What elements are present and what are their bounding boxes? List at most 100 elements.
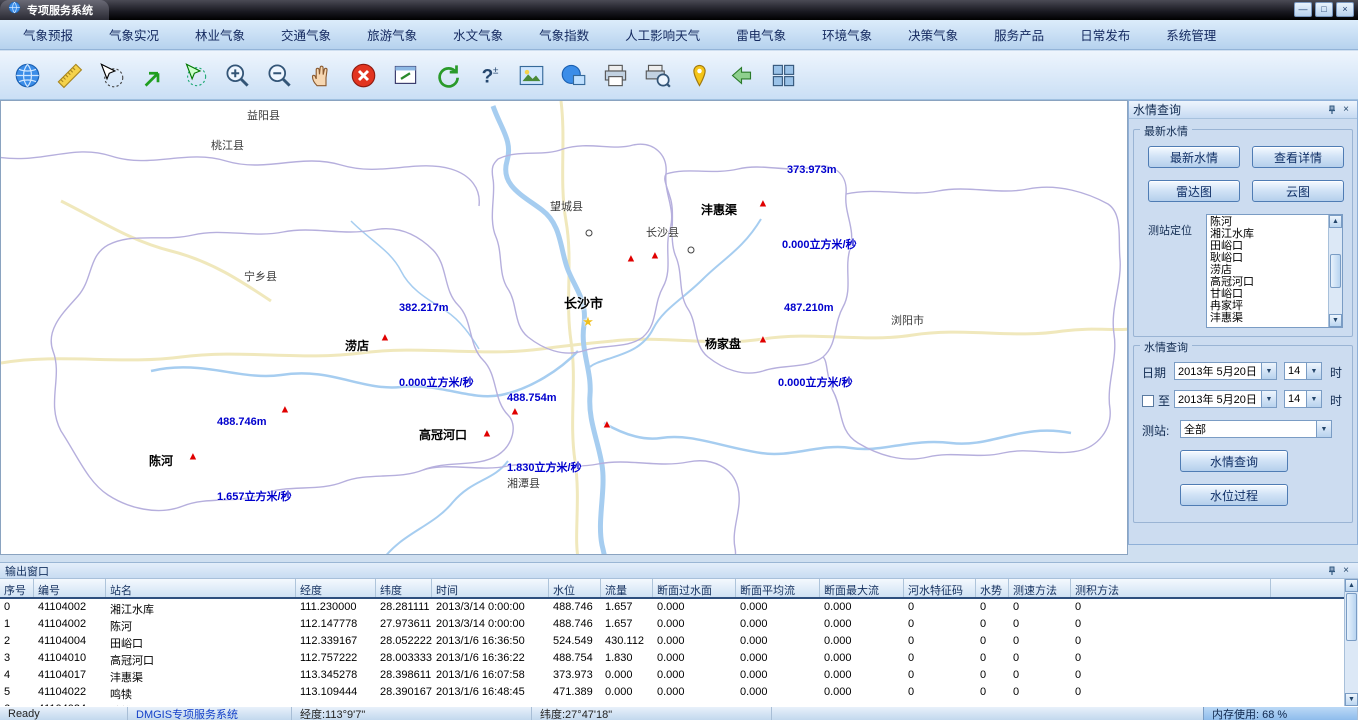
column-header[interactable]: 断面最大流: [820, 579, 904, 597]
locate-pin-icon[interactable]: [682, 58, 716, 92]
station-marker-icon[interactable]: ▲: [188, 450, 199, 462]
station-marker-icon[interactable]: ▲: [758, 197, 769, 209]
hour-select[interactable]: 14 ▼: [1284, 362, 1322, 380]
fullscreen-icon[interactable]: [766, 58, 800, 92]
station-list-item[interactable]: 涝店: [1207, 264, 1328, 276]
image-export-icon[interactable]: [514, 58, 548, 92]
station-list-item[interactable]: 冉家坪: [1207, 300, 1328, 312]
latest-water-button[interactable]: 最新水情: [1148, 146, 1240, 168]
scrollbar-thumb[interactable]: [1346, 593, 1357, 641]
scroll-down-icon[interactable]: ▼: [1345, 693, 1358, 706]
globe-icon[interactable]: [10, 58, 44, 92]
measure-icon[interactable]: [52, 58, 86, 92]
chevron-down-icon[interactable]: ▼: [1261, 391, 1276, 407]
station-marker-icon[interactable]: ▲: [650, 249, 661, 261]
pan-hand-icon[interactable]: [304, 58, 338, 92]
menu-item[interactable]: 环境气象: [811, 21, 883, 48]
table-row[interactable]: 141104002陈河112.14777827.9736112013/3/14 …: [0, 616, 1344, 633]
column-header[interactable]: 断面过水面: [653, 579, 736, 597]
station-marker-icon[interactable]: ▲: [280, 403, 291, 415]
minimize-button[interactable]: —: [1294, 2, 1312, 17]
column-header[interactable]: 序号: [0, 579, 34, 597]
map-layer-icon[interactable]: [556, 58, 590, 92]
table-row[interactable]: 441104017沣惠渠113.34527828.3986112013/1/6 …: [0, 667, 1344, 684]
station-list-item[interactable]: 陈河: [1207, 216, 1328, 228]
view-details-button[interactable]: 查看详情: [1252, 146, 1344, 168]
listbox-scrollbar[interactable]: ▲ ▼: [1328, 215, 1342, 327]
menu-item[interactable]: 人工影响天气: [614, 21, 711, 48]
scroll-up-icon[interactable]: ▲: [1329, 215, 1342, 228]
table-row[interactable]: 541104022鸣犊113.10944428.3901672013/1/6 1…: [0, 684, 1344, 701]
scroll-up-icon[interactable]: ▲: [1345, 579, 1358, 592]
table-row[interactable]: 241104004田峪口112.33916728.0522222013/1/6 …: [0, 633, 1344, 650]
zoom-out-icon[interactable]: [262, 58, 296, 92]
menu-item[interactable]: 气象预报: [12, 21, 84, 48]
station-marker-icon[interactable]: ▲: [380, 331, 391, 343]
menu-item[interactable]: 服务产品: [983, 21, 1055, 48]
print-preview-icon[interactable]: [640, 58, 674, 92]
station-marker-icon[interactable]: ▲: [758, 333, 769, 345]
close-icon[interactable]: ×: [1339, 103, 1353, 117]
column-header[interactable]: 编号: [34, 579, 106, 597]
table-row[interactable]: 041104002湘江水库111.23000028.2811112013/3/1…: [0, 599, 1344, 616]
full-extent-icon[interactable]: [388, 58, 422, 92]
station-marker-icon[interactable]: ▲: [482, 427, 493, 439]
column-header[interactable]: 测速方法: [1009, 579, 1071, 597]
station-listbox[interactable]: 陈河湘江水库田峪口耿峪口涝店高冠河口甘峪口冉家坪沣惠渠 ▲ ▼: [1206, 214, 1343, 328]
output-scrollbar[interactable]: ▲ ▼: [1344, 579, 1358, 706]
column-header[interactable]: 测积方法: [1071, 579, 1271, 597]
chevron-down-icon[interactable]: ▼: [1316, 421, 1331, 437]
station-marker-icon[interactable]: ▲: [510, 405, 521, 417]
chevron-down-icon[interactable]: ▼: [1306, 391, 1321, 407]
pointer-green-icon[interactable]: [136, 58, 170, 92]
station-list-item[interactable]: 耿峪口: [1207, 252, 1328, 264]
maximize-button[interactable]: □: [1315, 2, 1333, 17]
cloud-image-button[interactable]: 云图: [1252, 180, 1344, 202]
water-query-button[interactable]: 水情查询: [1180, 450, 1288, 472]
menu-item[interactable]: 水文气象: [442, 21, 514, 48]
column-header[interactable]: 时间: [432, 579, 549, 597]
scrollbar-thumb[interactable]: [1330, 254, 1341, 288]
station-list-item[interactable]: 沣惠渠: [1207, 312, 1328, 324]
radar-chart-button[interactable]: 雷达图: [1148, 180, 1240, 202]
clear-icon[interactable]: [346, 58, 380, 92]
close-icon[interactable]: ×: [1339, 564, 1353, 578]
close-button[interactable]: ×: [1336, 2, 1354, 17]
date-select[interactable]: 2013年 5月20日 ▼: [1174, 362, 1277, 380]
identify-icon[interactable]: ?±: [472, 58, 506, 92]
menu-item[interactable]: 日常发布: [1069, 21, 1141, 48]
chevron-down-icon[interactable]: ▼: [1306, 363, 1321, 379]
scroll-down-icon[interactable]: ▼: [1329, 314, 1342, 327]
station-list-item[interactable]: 田峪口: [1207, 240, 1328, 252]
station-list-item[interactable]: 高冠河口: [1207, 276, 1328, 288]
station-marker-icon[interactable]: ▲: [602, 418, 613, 430]
print-icon[interactable]: [598, 58, 632, 92]
column-header[interactable]: 河水特征码: [904, 579, 976, 597]
chevron-down-icon[interactable]: ▼: [1261, 363, 1276, 379]
select-feature-icon[interactable]: [178, 58, 212, 92]
column-header[interactable]: 站名: [106, 579, 296, 597]
to-date-checkbox[interactable]: [1142, 395, 1154, 407]
station-select[interactable]: 全部 ▼: [1180, 420, 1332, 438]
menu-item[interactable]: 交通气象: [270, 21, 342, 48]
back-icon[interactable]: [724, 58, 758, 92]
map-viewport[interactable]: 益阳县桃江县宁乡县望城县长沙县浏阳市湘潭县长沙市沣惠渠涝店杨家盘高冠河口陈河37…: [0, 100, 1128, 555]
column-header[interactable]: 水势: [976, 579, 1009, 597]
column-header[interactable]: 流量: [601, 579, 653, 597]
menu-item[interactable]: 决策气象: [897, 21, 969, 48]
pin-icon[interactable]: [1325, 564, 1339, 578]
zoom-in-icon[interactable]: [220, 58, 254, 92]
refresh-icon[interactable]: [430, 58, 464, 92]
station-marker-icon[interactable]: ▲: [626, 252, 637, 264]
menu-item[interactable]: 旅游气象: [356, 21, 428, 48]
column-header[interactable]: 纬度: [376, 579, 432, 597]
water-level-process-button[interactable]: 水位过程: [1180, 484, 1288, 506]
column-header[interactable]: 断面平均流: [736, 579, 820, 597]
select-area-icon[interactable]: [94, 58, 128, 92]
station-list-item[interactable]: 甘峪口: [1207, 288, 1328, 300]
menu-item[interactable]: 系统管理: [1155, 21, 1227, 48]
hour2-select[interactable]: 14 ▼: [1284, 390, 1322, 408]
column-header[interactable]: 水位: [549, 579, 601, 597]
pin-icon[interactable]: [1325, 103, 1339, 117]
table-row[interactable]: 341104010高冠河口112.75722228.0033332013/1/6…: [0, 650, 1344, 667]
